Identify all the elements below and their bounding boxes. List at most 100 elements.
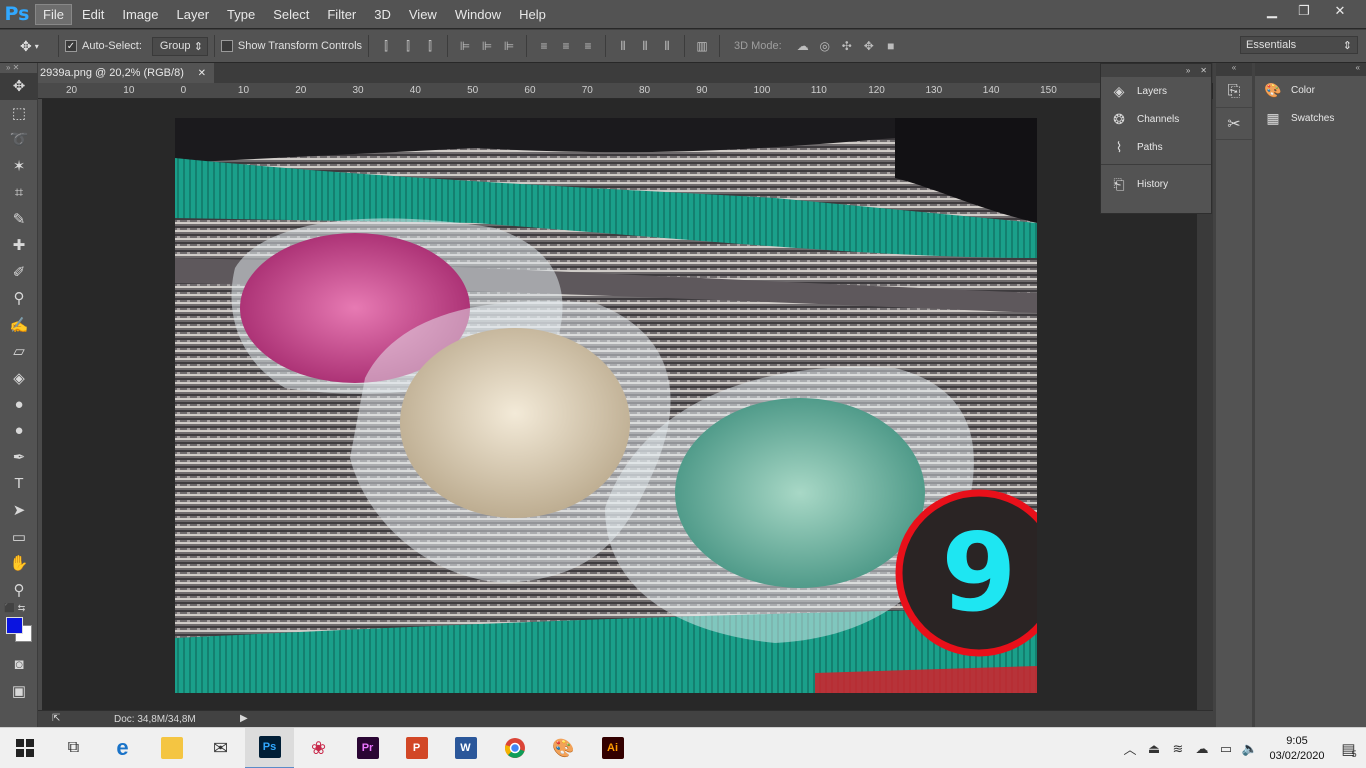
distribute-top-icon[interactable]: ≡ bbox=[538, 39, 550, 53]
canvas-area[interactable]: 9 bbox=[42, 99, 1197, 710]
minimize-button[interactable]: ▁ bbox=[1256, 0, 1288, 22]
healing-brush-tool-icon[interactable]: ✚ bbox=[0, 232, 38, 259]
clone-stamp-tool-icon[interactable]: ⚲ bbox=[0, 285, 38, 312]
distribute-right-icon[interactable]: ⫴ bbox=[661, 39, 673, 53]
align-bottom-icon[interactable]: ⫿ bbox=[424, 39, 436, 53]
taskbar-corel[interactable]: ❀ bbox=[294, 728, 343, 768]
menu-select[interactable]: Select bbox=[265, 4, 317, 25]
menu-3d[interactable]: 3D bbox=[366, 4, 399, 25]
3d-scale-icon[interactable]: ■ bbox=[885, 39, 897, 53]
swap-colors-icon[interactable]: ⬛ ⇆ bbox=[4, 603, 25, 614]
align-top-icon[interactable]: ⫿ bbox=[380, 39, 392, 53]
screen-mode-icon[interactable]: ▣ bbox=[0, 678, 38, 705]
close-tab-icon[interactable]: ✕ bbox=[198, 68, 206, 79]
zoom-tool-icon[interactable]: ⚲ bbox=[0, 577, 38, 604]
action-center-button[interactable]: ▤ 5 bbox=[1332, 728, 1366, 768]
collapse-arrows-icon[interactable]: « bbox=[1255, 63, 1366, 76]
close-window-button[interactable]: ✕ bbox=[1320, 0, 1360, 22]
hand-tool-icon[interactable]: ✋ bbox=[0, 550, 38, 577]
wifi-icon[interactable]: ≋ bbox=[1166, 741, 1190, 757]
menu-window[interactable]: Window bbox=[447, 4, 509, 25]
menu-filter[interactable]: Filter bbox=[319, 4, 364, 25]
tool-preset-picker[interactable]: ✥ ▾ bbox=[20, 38, 52, 55]
rectangle-tool-icon[interactable]: ▭ bbox=[0, 524, 38, 551]
collapse-arrows-icon[interactable]: « bbox=[1216, 63, 1252, 76]
document-image[interactable]: 9 bbox=[175, 118, 1037, 693]
menu-view[interactable]: View bbox=[401, 4, 445, 25]
eyedropper-tool-icon[interactable]: ✎ bbox=[0, 206, 38, 233]
dodge-tool-icon[interactable]: ● bbox=[0, 418, 38, 445]
eraser-tool-icon[interactable]: ▱ bbox=[0, 338, 38, 365]
crop-tool-icon[interactable]: ⌗ bbox=[0, 179, 38, 206]
align-vcenter-icon[interactable]: ⫿ bbox=[402, 39, 414, 53]
distribute-vcenter-icon[interactable]: ≡ bbox=[560, 39, 572, 53]
start-button[interactable] bbox=[0, 728, 49, 768]
taskbar-edge[interactable]: e bbox=[98, 728, 147, 768]
tool-presets-icon[interactable]: ✂ bbox=[1216, 108, 1252, 140]
foreground-color[interactable] bbox=[6, 617, 23, 634]
align-left-icon[interactable]: ⊫ bbox=[459, 39, 471, 53]
align-hcenter-icon[interactable]: ⊫ bbox=[481, 39, 493, 53]
auto-select-checkbox[interactable]: ✓ bbox=[65, 40, 77, 52]
3d-rotate-icon[interactable]: ☁ bbox=[797, 39, 809, 53]
usb-icon[interactable]: ⏏ bbox=[1142, 741, 1166, 757]
brush-tool-icon[interactable]: ✐ bbox=[0, 259, 38, 286]
move-tool-icon[interactable]: ✥ bbox=[0, 73, 38, 100]
share-icon[interactable]: ⇱ bbox=[52, 713, 60, 724]
menu-image[interactable]: Image bbox=[114, 4, 166, 25]
taskbar-chrome[interactable] bbox=[490, 728, 539, 768]
network-icon[interactable]: ☁ bbox=[1190, 741, 1214, 757]
taskbar-word[interactable]: W bbox=[441, 728, 490, 768]
distribute-bottom-icon[interactable]: ≡ bbox=[582, 39, 594, 53]
magic-wand-tool-icon[interactable]: ✶ bbox=[0, 153, 38, 180]
panel-color[interactable]: 🎨 Color bbox=[1255, 76, 1366, 104]
history-brush-tool-icon[interactable]: ✍ bbox=[0, 312, 38, 339]
collapse-arrows-icon[interactable]: » ✕ bbox=[0, 63, 37, 73]
path-selection-tool-icon[interactable]: ➤ bbox=[0, 497, 38, 524]
panel-channels[interactable]: ❂ Channels bbox=[1101, 105, 1211, 133]
menu-help[interactable]: Help bbox=[511, 4, 554, 25]
panel-swatches[interactable]: ▦ Swatches bbox=[1255, 104, 1366, 132]
3d-pan-icon[interactable]: ✣ bbox=[841, 39, 853, 53]
volume-icon[interactable]: 🔈 bbox=[1238, 741, 1262, 757]
taskbar-file-explorer[interactable] bbox=[147, 728, 196, 768]
menu-file[interactable]: File bbox=[35, 3, 72, 25]
taskbar-illustrator[interactable]: Ai bbox=[588, 728, 637, 768]
align-right-icon[interactable]: ⊫ bbox=[503, 39, 515, 53]
menu-type[interactable]: Type bbox=[219, 4, 263, 25]
menu-layer[interactable]: Layer bbox=[169, 4, 218, 25]
panel-history[interactable]: ⎗ History bbox=[1101, 170, 1211, 198]
auto-align-icon[interactable]: ▥ bbox=[696, 39, 708, 53]
taskbar-paint[interactable]: 🎨 bbox=[539, 728, 588, 768]
lasso-tool-icon[interactable]: ➰ bbox=[0, 126, 38, 153]
3d-slide-icon[interactable]: ✥ bbox=[863, 39, 875, 53]
panel-paths[interactable]: ⌇ Paths bbox=[1101, 133, 1211, 161]
distribute-hcenter-icon[interactable]: ⫴ bbox=[639, 39, 651, 53]
paint-bucket-tool-icon[interactable]: ◈ bbox=[0, 365, 38, 392]
taskbar-mail[interactable]: ✉ bbox=[196, 728, 245, 768]
task-view-button[interactable]: ⧉ bbox=[49, 728, 98, 768]
quick-mask-icon[interactable]: ◙ bbox=[0, 651, 38, 678]
blur-tool-icon[interactable]: ● bbox=[0, 391, 38, 418]
distribute-left-icon[interactable]: ⫴ bbox=[617, 39, 629, 53]
collapse-arrows-icon[interactable]: » bbox=[1186, 66, 1190, 75]
close-icon[interactable]: ✕ bbox=[1200, 66, 1207, 75]
taskbar-clock[interactable]: 9:05 03/02/2020 bbox=[1262, 734, 1332, 764]
marquee-tool-icon[interactable]: ⬚ bbox=[0, 100, 38, 127]
type-tool-icon[interactable]: T bbox=[0, 471, 38, 498]
workspace-switcher[interactable]: Essentials ⇕ bbox=[1240, 36, 1358, 54]
3d-roll-icon[interactable]: ◎ bbox=[819, 39, 831, 53]
taskbar-powerpoint[interactable]: P bbox=[392, 728, 441, 768]
show-transform-checkbox[interactable] bbox=[220, 40, 233, 52]
restore-button[interactable]: ❐ bbox=[1288, 0, 1320, 22]
auto-select-dropdown[interactable]: Group ⇕ bbox=[151, 36, 208, 56]
menu-edit[interactable]: Edit bbox=[74, 4, 112, 25]
taskbar-photoshop[interactable]: Ps bbox=[245, 727, 294, 768]
chevron-up-icon[interactable]: ︿ bbox=[1118, 739, 1142, 758]
taskbar-premiere[interactable]: Pr bbox=[343, 728, 392, 768]
status-menu-arrow-icon[interactable]: ▶ bbox=[240, 713, 248, 724]
battery-icon[interactable]: ▭ bbox=[1214, 741, 1238, 757]
panel-layers[interactable]: ◈ Layers bbox=[1101, 77, 1211, 105]
document-tab[interactable]: 2939a.png @ 20,2% (RGB/8) ✕ bbox=[38, 63, 214, 83]
properties-icon[interactable]: ⎘ bbox=[1216, 76, 1252, 108]
